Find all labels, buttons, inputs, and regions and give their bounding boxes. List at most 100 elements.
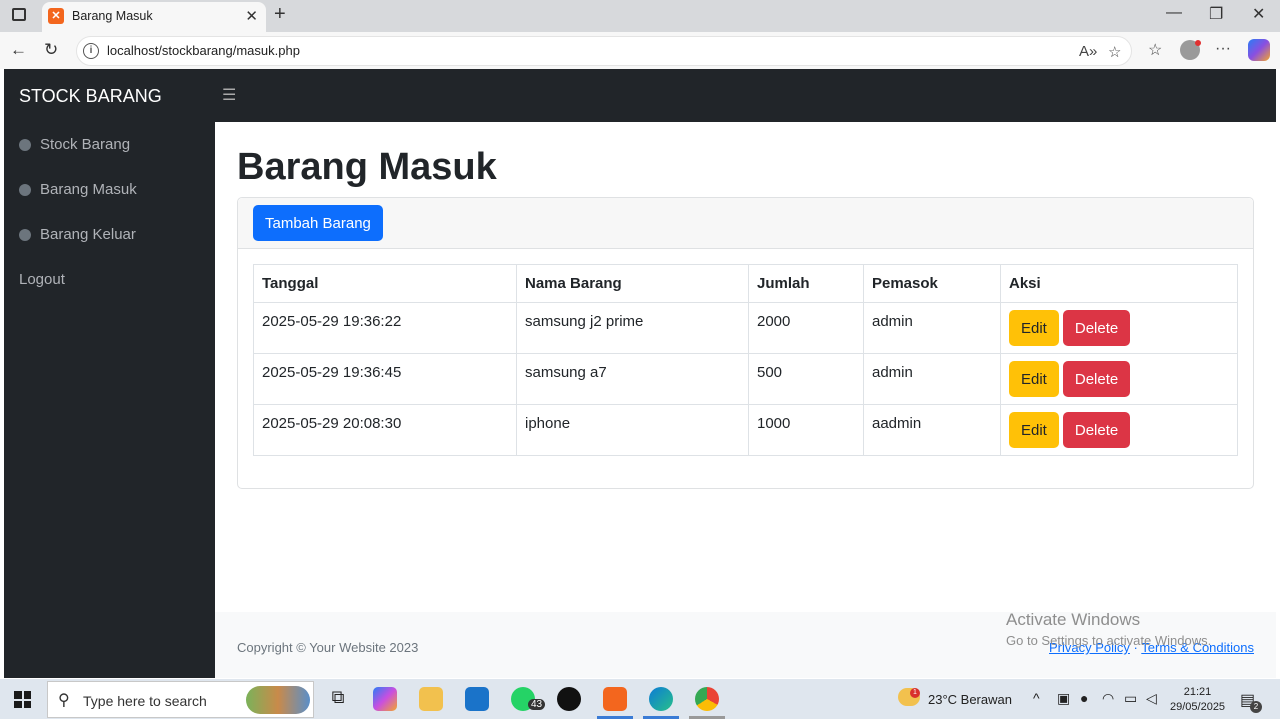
cell-pemasok: admin — [863, 302, 1001, 354]
cell-tanggal: 2025-05-29 19:36:45 — [253, 353, 517, 405]
more-icon[interactable]: ··· — [1215, 40, 1231, 58]
copilot-app-icon[interactable] — [373, 687, 397, 711]
delete-button[interactable]: Delete — [1062, 361, 1131, 397]
browser-window: ✕ Barang Masuk ✕ + — ❐ ✕ ← ↻ i localhost… — [0, 0, 1280, 719]
cell-tanggal: 2025-05-29 19:36:22 — [253, 302, 517, 354]
sidebar-item-logout[interactable]: Logout — [19, 271, 65, 288]
copyright-text: Copyright © Your Website 2023 — [237, 640, 419, 655]
sidebar-item-label: Logout — [19, 271, 65, 288]
address-bar[interactable]: i localhost/stockbarang/masuk.php A» ☆ — [76, 36, 1132, 66]
tachometer-icon — [19, 228, 31, 241]
add-item-button[interactable]: Tambah Barang — [253, 205, 383, 241]
microphone-icon[interactable]: ● — [1080, 690, 1088, 706]
search-highlight-image[interactable] — [246, 686, 310, 714]
notifications-badge: 2 — [1250, 701, 1262, 713]
edge-icon[interactable] — [649, 687, 673, 711]
cell-jumlah: 1000 — [748, 404, 864, 456]
system-clock[interactable]: 21:21 29/05/2025 — [1170, 685, 1225, 715]
delete-button[interactable]: Delete — [1062, 310, 1131, 346]
url-text[interactable]: localhost/stockbarang/masuk.php — [107, 43, 300, 58]
column-header[interactable]: Tanggal — [253, 264, 517, 303]
cell-nama-barang: samsung j2 prime — [516, 302, 749, 354]
favorites-icon[interactable]: ☆ — [1148, 40, 1162, 60]
close-tab-icon[interactable]: ✕ — [245, 7, 258, 25]
outlook-icon[interactable] — [465, 687, 489, 711]
table-row: 2025-05-29 19:36:22 samsung j2 prime 200… — [253, 302, 1238, 354]
column-header[interactable]: Jumlah — [748, 264, 864, 303]
watermark-title: Activate Windows — [1006, 610, 1141, 629]
cell-nama-barang: iphone — [516, 404, 749, 456]
tab-title: Barang Masuk — [72, 9, 153, 23]
search-icon: ⚲ — [58, 692, 70, 709]
clock-time: 21:21 — [1183, 686, 1212, 698]
workspaces-icon[interactable] — [12, 8, 26, 21]
weather-text[interactable]: 23°C Berawan — [928, 692, 1012, 707]
cell-aksi: Edit Delete — [1000, 353, 1238, 405]
tiktok-icon[interactable] — [557, 687, 581, 711]
back-icon[interactable]: ← — [10, 40, 27, 60]
cell-tanggal: 2025-05-29 20:08:30 — [253, 404, 517, 456]
cell-nama-barang: samsung a7 — [516, 353, 749, 405]
web-page: STOCK BARANG ☰ Stock Barang Barang Masuk… — [4, 69, 1276, 678]
search-placeholder: Type here to search — [83, 693, 207, 709]
meet-now-icon[interactable]: ▣ — [1057, 690, 1070, 707]
battery-icon[interactable]: ▭ — [1124, 690, 1137, 707]
chrome-icon[interactable] — [695, 687, 719, 711]
windows-start-icon[interactable] — [14, 691, 31, 708]
sidebar-item-label: Barang Masuk — [40, 181, 137, 198]
task-view-icon[interactable]: ⧉ — [326, 687, 350, 711]
browser-tab[interactable]: ✕ Barang Masuk ✕ — [42, 2, 266, 32]
file-explorer-icon[interactable] — [419, 687, 443, 711]
cell-pemasok: aadmin — [863, 404, 1001, 456]
tachometer-icon — [19, 183, 31, 196]
weather-alert-badge: 1 — [910, 688, 920, 698]
edit-button[interactable]: Edit — [1009, 361, 1059, 397]
cell-jumlah: 500 — [748, 353, 864, 405]
sidebar-item-barang-keluar[interactable]: Barang Keluar — [19, 226, 136, 243]
close-window-icon[interactable]: ✕ — [1252, 4, 1265, 24]
edit-button[interactable]: Edit — [1009, 310, 1059, 346]
page-title: Barang Masuk — [237, 146, 497, 188]
profile-status-dot — [1195, 40, 1201, 46]
whatsapp-badge: 43 — [528, 699, 546, 710]
top-navbar: STOCK BARANG ☰ — [4, 69, 1276, 122]
table-row: 2025-05-29 20:08:30 iphone 1000 aadmin E… — [253, 404, 1238, 456]
new-tab-icon[interactable]: + — [274, 3, 286, 26]
reload-icon[interactable]: ↻ — [44, 40, 58, 60]
sidebar-item-stock-barang[interactable]: Stock Barang — [19, 136, 130, 153]
volume-icon[interactable]: ◁ — [1146, 690, 1157, 707]
restore-icon[interactable]: ❐ — [1209, 4, 1223, 24]
read-aloud-icon[interactable]: A» — [1079, 43, 1097, 60]
data-card: Tambah Barang Tanggal Nama Barang Jumlah… — [237, 197, 1254, 489]
card-header: Tambah Barang — [238, 198, 1253, 249]
cell-aksi: Edit Delete — [1000, 302, 1238, 354]
xampp-icon[interactable] — [603, 687, 627, 711]
sidebar-item-label: Stock Barang — [40, 136, 131, 153]
brand[interactable]: STOCK BARANG — [19, 86, 162, 107]
watermark-subtitle: Go to Settings to activate Windows. — [1006, 633, 1212, 648]
incoming-goods-table: Tanggal Nama Barang Jumlah Pemasok Aksi … — [253, 264, 1238, 456]
tachometer-icon — [19, 138, 31, 151]
address-row: ← ↻ i localhost/stockbarang/masuk.php A»… — [0, 32, 1280, 69]
column-header: Aksi — [1000, 264, 1238, 303]
table-header-row: Tanggal Nama Barang Jumlah Pemasok Aksi — [253, 264, 1238, 303]
column-header[interactable]: Nama Barang — [516, 264, 749, 303]
wifi-icon[interactable]: ◠ — [1102, 690, 1114, 707]
edit-button[interactable]: Edit — [1009, 412, 1059, 448]
sidebar-item-label: Barang Keluar — [40, 226, 136, 243]
copilot-icon[interactable] — [1248, 39, 1270, 61]
favorite-star-icon[interactable]: ☆ — [1108, 43, 1121, 61]
taskbar-search[interactable]: ⚲ Type here to search — [47, 681, 314, 718]
cell-pemasok: admin — [863, 353, 1001, 405]
clock-date: 29/05/2025 — [1170, 701, 1226, 713]
column-header[interactable]: Pemasok — [863, 264, 1001, 303]
delete-button[interactable]: Delete — [1062, 412, 1131, 448]
sidebar-toggle-icon[interactable]: ☰ — [222, 85, 236, 105]
taskbar: ⚲ Type here to search ⧉ 43 1 23°C Berawa… — [0, 679, 1280, 719]
cell-aksi: Edit Delete — [1000, 404, 1238, 456]
minimize-icon[interactable]: — — [1166, 4, 1182, 22]
info-icon[interactable]: i — [83, 43, 99, 59]
xampp-icon: ✕ — [48, 8, 64, 24]
chevron-up-icon[interactable]: ^ — [1033, 690, 1040, 706]
sidebar-item-barang-masuk[interactable]: Barang Masuk — [19, 181, 137, 198]
